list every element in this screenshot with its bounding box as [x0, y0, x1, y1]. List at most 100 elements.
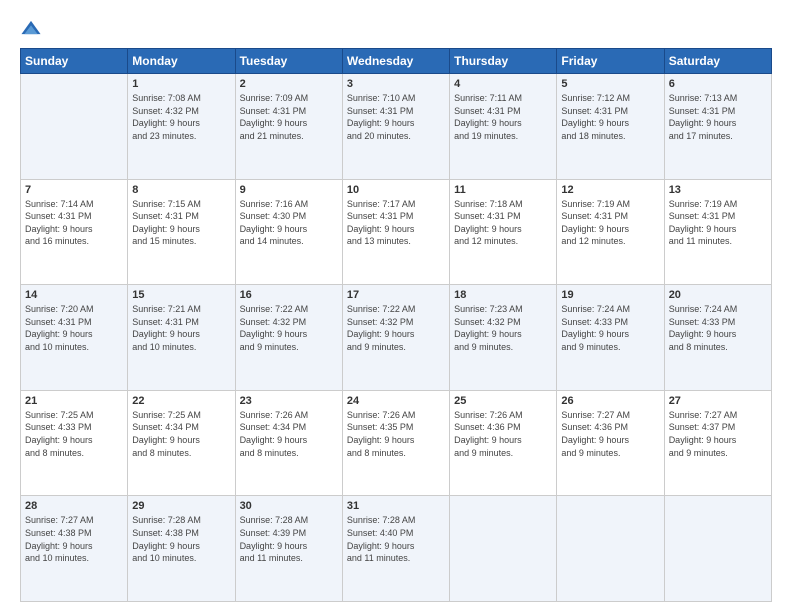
- day-number: 11: [454, 184, 552, 196]
- calendar-cell: 17 Sunrise: 7:22 AM Sunset: 4:32 PM Dayli…: [342, 285, 449, 391]
- calendar-week-row: 1Sunrise: 7:08 AM Sunset: 4:32 PM Daylig…: [21, 74, 772, 180]
- calendar-cell: 13 Sunrise: 7:19 AM Sunset: 4:31 PM Dayli…: [664, 179, 771, 285]
- cell-info: Sunrise: 7:23 AM Sunset: 4:32 PM Dayligh…: [454, 303, 552, 353]
- header-day: Friday: [557, 49, 664, 74]
- day-number: 15: [132, 289, 230, 301]
- day-number: 6: [669, 78, 767, 90]
- calendar-cell: [664, 496, 771, 602]
- calendar-week-row: 21 Sunrise: 7:25 AM Sunset: 4:33 PM Dayli…: [21, 390, 772, 496]
- cell-info: Sunrise: 7:09 AM Sunset: 4:31 PM Dayligh…: [240, 92, 338, 142]
- cell-info: Sunrise: 7:20 AM Sunset: 4:31 PM Dayligh…: [25, 303, 123, 353]
- day-number: 22: [132, 395, 230, 407]
- cell-info: Sunrise: 7:10 AM Sunset: 4:31 PM Dayligh…: [347, 92, 445, 142]
- day-number: 21: [25, 395, 123, 407]
- day-number: 14: [25, 289, 123, 301]
- calendar-cell: 23 Sunrise: 7:26 AM Sunset: 4:34 PM Dayli…: [235, 390, 342, 496]
- day-number: 18: [454, 289, 552, 301]
- calendar-cell: 5 Sunrise: 7:12 AM Sunset: 4:31 PM Daylig…: [557, 74, 664, 180]
- header: [20, 18, 772, 40]
- day-number: 30: [240, 500, 338, 512]
- calendar-cell: 15 Sunrise: 7:21 AM Sunset: 4:31 PM Dayli…: [128, 285, 235, 391]
- cell-info: Sunrise: 7:08 AM Sunset: 4:32 PM Dayligh…: [132, 92, 230, 142]
- cell-info: Sunrise: 7:27 AM Sunset: 4:36 PM Dayligh…: [561, 409, 659, 459]
- day-number: 28: [25, 500, 123, 512]
- day-number: 9: [240, 184, 338, 196]
- cell-info: Sunrise: 7:19 AM Sunset: 4:31 PM Dayligh…: [669, 198, 767, 248]
- calendar-cell: 12 Sunrise: 7:19 AM Sunset: 4:31 PM Dayli…: [557, 179, 664, 285]
- calendar-cell: 11 Sunrise: 7:18 AM Sunset: 4:31 PM Dayli…: [450, 179, 557, 285]
- calendar-cell: 21 Sunrise: 7:25 AM Sunset: 4:33 PM Dayli…: [21, 390, 128, 496]
- cell-info: Sunrise: 7:22 AM Sunset: 4:32 PM Dayligh…: [347, 303, 445, 353]
- day-number: 5: [561, 78, 659, 90]
- day-number: 16: [240, 289, 338, 301]
- cell-info: Sunrise: 7:19 AM Sunset: 4:31 PM Dayligh…: [561, 198, 659, 248]
- calendar-cell: 6 Sunrise: 7:13 AM Sunset: 4:31 PM Daylig…: [664, 74, 771, 180]
- calendar-cell: 29Sunrise: 7:28 AM Sunset: 4:38 PM Dayli…: [128, 496, 235, 602]
- calendar-cell: 2Sunrise: 7:09 AM Sunset: 4:31 PM Daylig…: [235, 74, 342, 180]
- logo-icon: [20, 18, 42, 40]
- day-number: 17: [347, 289, 445, 301]
- calendar-cell: 27Sunrise: 7:27 AM Sunset: 4:37 PM Dayli…: [664, 390, 771, 496]
- calendar-cell: 31 Sunrise: 7:28 AM Sunset: 4:40 PM Dayli…: [342, 496, 449, 602]
- header-day: Tuesday: [235, 49, 342, 74]
- calendar-cell: 20 Sunrise: 7:24 AM Sunset: 4:33 PM Dayli…: [664, 285, 771, 391]
- day-number: 8: [132, 184, 230, 196]
- day-number: 20: [669, 289, 767, 301]
- cell-info: Sunrise: 7:26 AM Sunset: 4:34 PM Dayligh…: [240, 409, 338, 459]
- calendar-cell: 4 Sunrise: 7:11 AM Sunset: 4:31 PM Daylig…: [450, 74, 557, 180]
- calendar-week-row: 28Sunrise: 7:27 AM Sunset: 4:38 PM Dayli…: [21, 496, 772, 602]
- cell-info: Sunrise: 7:18 AM Sunset: 4:31 PM Dayligh…: [454, 198, 552, 248]
- day-number: 13: [669, 184, 767, 196]
- day-number: 3: [347, 78, 445, 90]
- cell-info: Sunrise: 7:17 AM Sunset: 4:31 PM Dayligh…: [347, 198, 445, 248]
- calendar-cell: 7Sunrise: 7:14 AM Sunset: 4:31 PM Daylig…: [21, 179, 128, 285]
- calendar-cell: 30 Sunrise: 7:28 AM Sunset: 4:39 PM Dayli…: [235, 496, 342, 602]
- calendar-cell: 28Sunrise: 7:27 AM Sunset: 4:38 PM Dayli…: [21, 496, 128, 602]
- cell-info: Sunrise: 7:21 AM Sunset: 4:31 PM Dayligh…: [132, 303, 230, 353]
- cell-info: Sunrise: 7:27 AM Sunset: 4:37 PM Dayligh…: [669, 409, 767, 459]
- header-day: Thursday: [450, 49, 557, 74]
- cell-info: Sunrise: 7:28 AM Sunset: 4:40 PM Dayligh…: [347, 514, 445, 564]
- cell-info: Sunrise: 7:26 AM Sunset: 4:35 PM Dayligh…: [347, 409, 445, 459]
- day-number: 7: [25, 184, 123, 196]
- cell-info: Sunrise: 7:28 AM Sunset: 4:39 PM Dayligh…: [240, 514, 338, 564]
- cell-info: Sunrise: 7:16 AM Sunset: 4:30 PM Dayligh…: [240, 198, 338, 248]
- calendar-table: SundayMondayTuesdayWednesdayThursdayFrid…: [20, 48, 772, 602]
- calendar-cell: 9 Sunrise: 7:16 AM Sunset: 4:30 PM Daylig…: [235, 179, 342, 285]
- cell-info: Sunrise: 7:13 AM Sunset: 4:31 PM Dayligh…: [669, 92, 767, 142]
- calendar-cell: [450, 496, 557, 602]
- calendar-week-row: 14 Sunrise: 7:20 AM Sunset: 4:31 PM Dayli…: [21, 285, 772, 391]
- cell-info: Sunrise: 7:26 AM Sunset: 4:36 PM Dayligh…: [454, 409, 552, 459]
- cell-info: Sunrise: 7:12 AM Sunset: 4:31 PM Dayligh…: [561, 92, 659, 142]
- calendar-week-row: 7Sunrise: 7:14 AM Sunset: 4:31 PM Daylig…: [21, 179, 772, 285]
- calendar-cell: 26Sunrise: 7:27 AM Sunset: 4:36 PM Dayli…: [557, 390, 664, 496]
- header-row: SundayMondayTuesdayWednesdayThursdayFrid…: [21, 49, 772, 74]
- day-number: 4: [454, 78, 552, 90]
- day-number: 12: [561, 184, 659, 196]
- calendar-cell: 18 Sunrise: 7:23 AM Sunset: 4:32 PM Dayli…: [450, 285, 557, 391]
- day-number: 10: [347, 184, 445, 196]
- day-number: 31: [347, 500, 445, 512]
- calendar-cell: 25 Sunrise: 7:26 AM Sunset: 4:36 PM Dayli…: [450, 390, 557, 496]
- calendar-cell: 16 Sunrise: 7:22 AM Sunset: 4:32 PM Dayli…: [235, 285, 342, 391]
- cell-info: Sunrise: 7:15 AM Sunset: 4:31 PM Dayligh…: [132, 198, 230, 248]
- calendar-cell: 24 Sunrise: 7:26 AM Sunset: 4:35 PM Dayli…: [342, 390, 449, 496]
- header-day: Wednesday: [342, 49, 449, 74]
- cell-info: Sunrise: 7:25 AM Sunset: 4:33 PM Dayligh…: [25, 409, 123, 459]
- calendar-cell: 22Sunrise: 7:25 AM Sunset: 4:34 PM Dayli…: [128, 390, 235, 496]
- cell-info: Sunrise: 7:24 AM Sunset: 4:33 PM Dayligh…: [561, 303, 659, 353]
- calendar-cell: [21, 74, 128, 180]
- calendar-cell: 3 Sunrise: 7:10 AM Sunset: 4:31 PM Daylig…: [342, 74, 449, 180]
- day-number: 23: [240, 395, 338, 407]
- calendar-cell: 19Sunrise: 7:24 AM Sunset: 4:33 PM Dayli…: [557, 285, 664, 391]
- day-number: 25: [454, 395, 552, 407]
- cell-info: Sunrise: 7:24 AM Sunset: 4:33 PM Dayligh…: [669, 303, 767, 353]
- cell-info: Sunrise: 7:11 AM Sunset: 4:31 PM Dayligh…: [454, 92, 552, 142]
- day-number: 24: [347, 395, 445, 407]
- day-number: 29: [132, 500, 230, 512]
- calendar-cell: 10 Sunrise: 7:17 AM Sunset: 4:31 PM Dayli…: [342, 179, 449, 285]
- calendar-page: SundayMondayTuesdayWednesdayThursdayFrid…: [0, 0, 792, 612]
- calendar-cell: 14 Sunrise: 7:20 AM Sunset: 4:31 PM Dayli…: [21, 285, 128, 391]
- cell-info: Sunrise: 7:22 AM Sunset: 4:32 PM Dayligh…: [240, 303, 338, 353]
- calendar-cell: [557, 496, 664, 602]
